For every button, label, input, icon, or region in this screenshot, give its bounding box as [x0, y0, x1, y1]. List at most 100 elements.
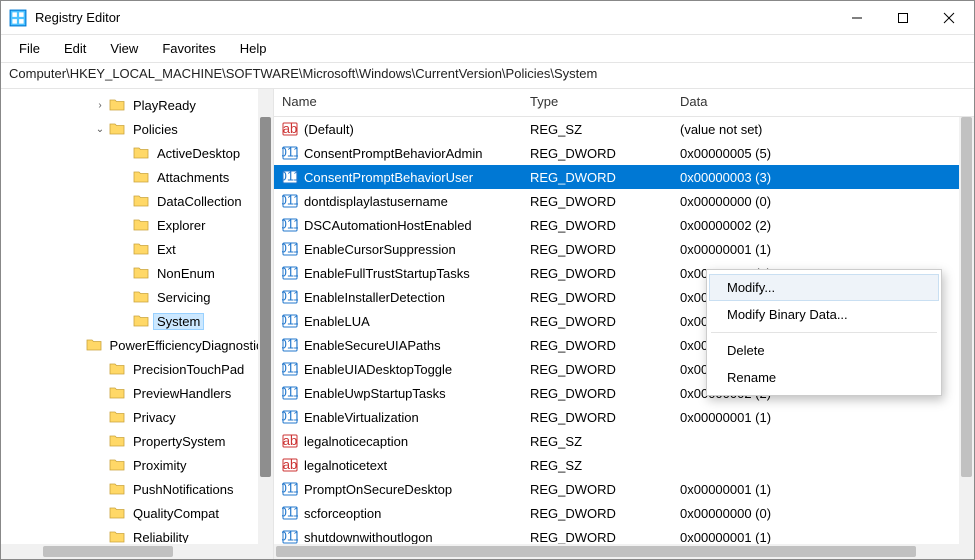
value-data: 0x00000000 (0)	[672, 194, 974, 209]
value-type: REG_SZ	[522, 458, 672, 473]
folder-icon	[133, 193, 149, 209]
value-data: (value not set)	[672, 122, 974, 137]
svg-text:ab: ab	[283, 457, 297, 472]
value-row[interactable]: 011ConsentPromptBehaviorAdminREG_DWORD0x…	[274, 141, 974, 165]
value-name: EnableFullTrustStartupTasks	[304, 266, 470, 281]
tree-node[interactable]: ActiveDesktop	[1, 141, 273, 165]
tree-label: QualityCompat	[129, 505, 223, 522]
value-type: REG_DWORD	[522, 506, 672, 521]
column-data[interactable]: Data	[672, 89, 974, 116]
app-icon	[9, 9, 27, 27]
folder-icon	[133, 289, 149, 305]
tree-node[interactable]: ⌄Policies	[1, 117, 273, 141]
tree-node[interactable]: QualityCompat	[1, 501, 273, 525]
tree-label: PushNotifications	[129, 481, 237, 498]
context-menu-item[interactable]: Modify...	[709, 274, 939, 301]
tree-node[interactable]: Privacy	[1, 405, 273, 429]
chevron-down-icon[interactable]: ⌄	[93, 124, 107, 135]
tree-node[interactable]: PreviewHandlers	[1, 381, 273, 405]
tree-node[interactable]: Explorer	[1, 213, 273, 237]
minimize-button[interactable]	[834, 2, 880, 34]
tree-label: System	[153, 313, 204, 330]
tree-label: PreviewHandlers	[129, 385, 235, 402]
string-value-icon: ab	[282, 457, 298, 473]
close-button[interactable]	[926, 2, 972, 34]
binary-value-icon: 011	[282, 289, 298, 305]
tree-scrollbar[interactable]	[258, 89, 273, 559]
value-type: REG_DWORD	[522, 362, 672, 377]
folder-icon	[133, 217, 149, 233]
binary-value-icon: 011	[282, 337, 298, 353]
menu-view[interactable]: View	[98, 37, 150, 60]
tree-node[interactable]: PrecisionTouchPad	[1, 357, 273, 381]
column-type[interactable]: Type	[522, 89, 672, 116]
menu-favorites[interactable]: Favorites	[150, 37, 227, 60]
tree-node[interactable]: NonEnum	[1, 261, 273, 285]
value-name: EnableUIADesktopToggle	[304, 362, 452, 377]
list-vscrollbar[interactable]	[959, 117, 974, 544]
menu-edit[interactable]: Edit	[52, 37, 98, 60]
address-bar[interactable]: Computer\HKEY_LOCAL_MACHINE\SOFTWARE\Mic…	[1, 63, 974, 89]
value-row[interactable]: 011PromptOnSecureDesktopREG_DWORD0x00000…	[274, 477, 974, 501]
value-name: shutdownwithoutlogon	[304, 530, 433, 545]
tree-node[interactable]: PowerEfficiencyDiagnostics	[1, 333, 273, 357]
value-name: EnableSecureUIAPaths	[304, 338, 441, 353]
value-type: REG_DWORD	[522, 146, 672, 161]
binary-value-icon: 011	[282, 145, 298, 161]
value-name: EnableCursorSuppression	[304, 242, 456, 257]
menu-file[interactable]: File	[7, 37, 52, 60]
tree-node[interactable]: ›PlayReady	[1, 93, 273, 117]
tree-node[interactable]: DataCollection	[1, 189, 273, 213]
svg-text:ab: ab	[283, 121, 297, 136]
value-name: EnableInstallerDetection	[304, 290, 445, 305]
column-name[interactable]: Name	[274, 89, 522, 116]
tree-node[interactable]: Attachments	[1, 165, 273, 189]
tree-node[interactable]: Ext	[1, 237, 273, 261]
maximize-button[interactable]	[880, 2, 926, 34]
value-type: REG_DWORD	[522, 410, 672, 425]
tree-node[interactable]: PropertySystem	[1, 429, 273, 453]
tree-node[interactable]: System	[1, 309, 273, 333]
context-menu-item[interactable]: Modify Binary Data...	[709, 301, 939, 328]
svg-text:011: 011	[282, 337, 298, 352]
tree-node[interactable]: Servicing	[1, 285, 273, 309]
tree-hscrollbar[interactable]	[1, 544, 273, 559]
tree-node[interactable]: Proximity	[1, 453, 273, 477]
title-bar: Registry Editor	[1, 1, 974, 35]
value-row[interactable]: ablegalnoticecaptionREG_SZ	[274, 429, 974, 453]
list-hscrollbar[interactable]	[274, 544, 974, 559]
value-type: REG_DWORD	[522, 266, 672, 281]
value-row[interactable]: 011dontdisplaylastusernameREG_DWORD0x000…	[274, 189, 974, 213]
folder-icon	[109, 457, 125, 473]
value-name: legalnoticetext	[304, 458, 387, 473]
folder-icon	[133, 313, 149, 329]
window-buttons	[834, 2, 972, 34]
value-row[interactable]: 011EnableVirtualizationREG_DWORD0x000000…	[274, 405, 974, 429]
list-header[interactable]: Name Type Data	[274, 89, 974, 117]
tree-node[interactable]: PushNotifications	[1, 477, 273, 501]
value-row[interactable]: 011EnableCursorSuppressionREG_DWORD0x000…	[274, 237, 974, 261]
value-row[interactable]: ab legalnoticetext REG_SZ	[274, 453, 974, 477]
chevron-right-icon[interactable]: ›	[93, 100, 107, 111]
menu-bar: FileEditViewFavoritesHelp	[1, 35, 974, 63]
value-type: REG_SZ	[522, 122, 672, 137]
binary-value-icon: 011	[282, 193, 298, 209]
value-data: 0x00000001 (1)	[672, 242, 974, 257]
folder-icon	[109, 97, 125, 113]
tree-label: Reliability	[129, 529, 193, 544]
tree-node[interactable]: Reliability	[1, 525, 273, 543]
string-value-icon: ab	[282, 433, 298, 449]
value-row[interactable]: 011scforceoptionREG_DWORD0x00000000 (0)	[274, 501, 974, 525]
value-name: ConsentPromptBehaviorUser	[304, 170, 473, 185]
value-row[interactable]: ab (Default) REG_SZ(value not set)	[274, 117, 974, 141]
value-name: legalnoticecaption	[304, 434, 408, 449]
menu-help[interactable]: Help	[228, 37, 279, 60]
value-row[interactable]: 011DSCAutomationHostEnabledREG_DWORD0x00…	[274, 213, 974, 237]
context-menu-item[interactable]: Rename	[709, 364, 939, 391]
folder-icon	[109, 385, 125, 401]
value-name: (Default)	[304, 122, 354, 137]
context-menu-item[interactable]: Delete	[709, 337, 939, 364]
value-row[interactable]: 011ConsentPromptBehaviorUserREG_DWORD0x0…	[274, 165, 974, 189]
svg-text:011: 011	[282, 193, 298, 208]
value-name: EnableLUA	[304, 314, 370, 329]
